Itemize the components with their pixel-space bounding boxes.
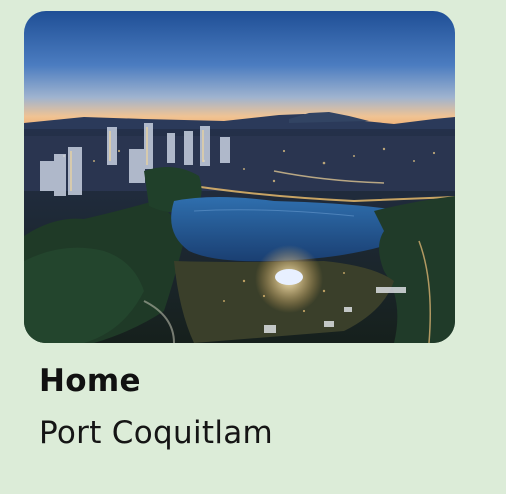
city-photo-image	[24, 11, 455, 343]
card-subtitle: Port Coquitlam	[39, 415, 274, 451]
card-title: Home	[39, 363, 141, 399]
location-card[interactable]: Home Port Coquitlam	[0, 0, 506, 494]
city-photo[interactable]	[24, 11, 455, 343]
